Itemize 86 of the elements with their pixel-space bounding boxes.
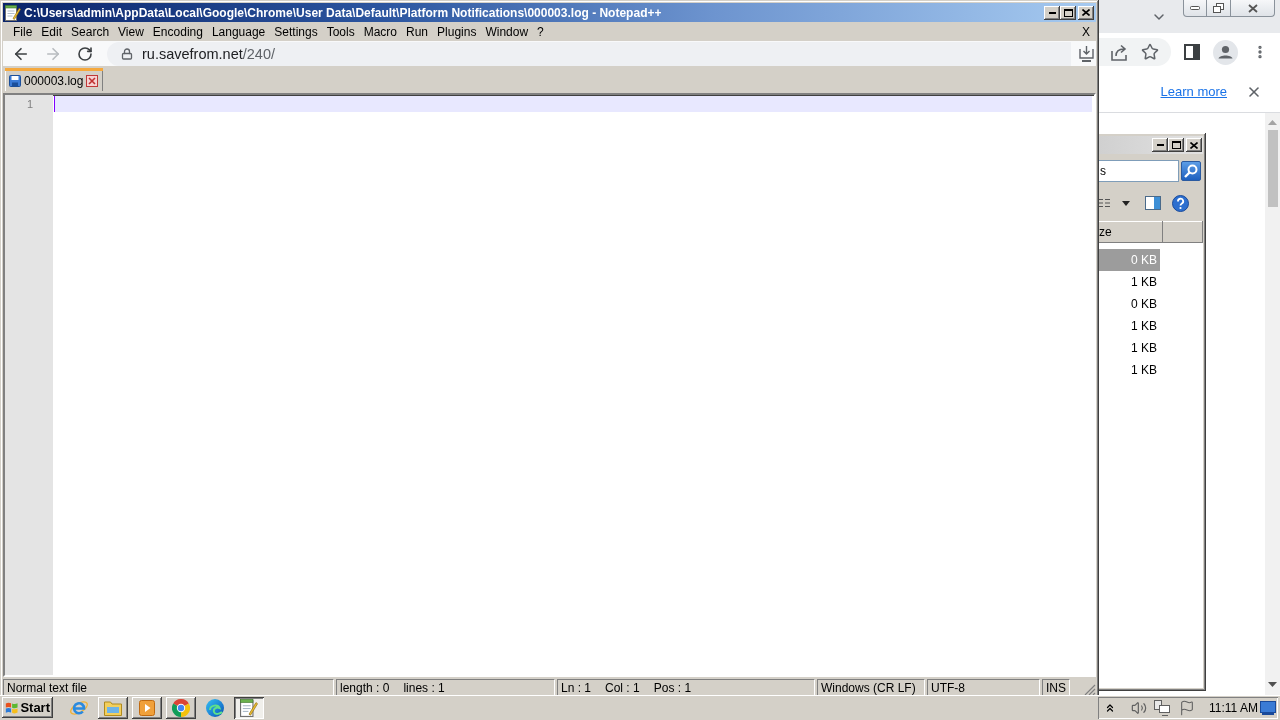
column-header[interactable]: ze xyxy=(1099,221,1163,243)
preview-pane-icon[interactable] xyxy=(1145,196,1161,210)
menu-item[interactable]: Window xyxy=(481,23,533,40)
close-icon xyxy=(1190,141,1198,149)
restore-button[interactable] xyxy=(1207,0,1231,17)
column-header[interactable] xyxy=(1163,221,1203,243)
line-label: Ln : 1 xyxy=(561,681,592,695)
search-button[interactable] xyxy=(1181,161,1201,181)
close-icon[interactable] xyxy=(86,75,99,87)
taskbar-app-button[interactable] xyxy=(234,696,264,719)
scrollbar[interactable] xyxy=(1265,113,1280,695)
menu-item[interactable]: Settings xyxy=(270,23,322,40)
lock-icon xyxy=(121,47,133,60)
side-panel-icon[interactable] xyxy=(1184,44,1200,60)
scroll-down-icon[interactable] xyxy=(1268,682,1277,687)
search-field[interactable]: s xyxy=(1099,160,1179,182)
close-document-button[interactable]: X xyxy=(1076,24,1096,39)
bookmark-star-icon[interactable] xyxy=(1141,43,1159,61)
clock: 11:11 AM xyxy=(1209,700,1258,715)
close-button[interactable] xyxy=(1186,138,1202,152)
search-icon xyxy=(1184,164,1198,178)
file-size-cell[interactable]: 1 KB xyxy=(1099,337,1160,359)
url-text: ru.savefrom.net/240/ xyxy=(142,45,275,62)
desktop-icon[interactable] xyxy=(1260,700,1276,715)
file-size-cell[interactable]: 1 KB xyxy=(1099,271,1160,293)
line-number: 1 xyxy=(25,97,34,112)
text-caret-icon xyxy=(54,96,55,112)
reload-icon[interactable] xyxy=(77,45,93,62)
speaker-icon[interactable] xyxy=(1131,699,1147,716)
menu-item[interactable]: Run xyxy=(402,23,433,40)
minimize-button[interactable] xyxy=(1183,0,1207,17)
maximize-icon xyxy=(1063,8,1073,17)
resize-grip-icon xyxy=(1084,684,1096,695)
minimize-button[interactable] xyxy=(1044,5,1060,20)
profile-icon[interactable] xyxy=(1213,39,1238,65)
menu-item[interactable]: Language xyxy=(207,23,270,40)
menu-item[interactable]: Plugins xyxy=(433,23,481,40)
window-title: C:\Users\admin\AppData\Local\Google\Chrome\User Data\Default\Platform Notifications\000003.log - Notepad++ xyxy=(24,5,663,20)
flag-icon[interactable] xyxy=(1179,699,1195,716)
menu-item[interactable]: View xyxy=(114,23,148,40)
caret-down-icon[interactable] xyxy=(1122,200,1130,206)
lines-label: lines : 1 xyxy=(403,681,445,695)
chrome-icon xyxy=(172,698,190,717)
menu-item[interactable]: Search xyxy=(67,23,114,40)
play-icon xyxy=(139,699,155,716)
help-icon[interactable] xyxy=(1172,194,1189,212)
file-size-cell[interactable]: 0 KB xyxy=(1099,293,1160,315)
share-icon[interactable] xyxy=(1111,43,1129,61)
menu-item[interactable]: ? xyxy=(533,23,548,40)
column-label: Col : 1 xyxy=(605,681,640,695)
taskbar-app-button[interactable] xyxy=(132,696,162,719)
maximize-icon xyxy=(1171,141,1181,149)
maximize-button[interactable] xyxy=(1168,138,1184,152)
start-button[interactable]: Start xyxy=(2,697,53,718)
minimize-icon xyxy=(1190,6,1200,10)
menu-item[interactable]: Edit xyxy=(37,23,67,40)
scrollbar-thumb[interactable] xyxy=(1267,130,1278,207)
download-icon[interactable] xyxy=(1079,45,1094,62)
list-view-icon[interactable] xyxy=(1099,198,1110,208)
file-size-cell[interactable]: 1 KB xyxy=(1099,359,1160,381)
folder-icon xyxy=(104,699,122,716)
menu-item[interactable]: File xyxy=(9,23,37,40)
taskbar-app-button[interactable] xyxy=(98,696,128,719)
file-tab[interactable]: 000003.log xyxy=(5,68,104,91)
menu-item[interactable]: Macro xyxy=(359,23,401,40)
close-icon xyxy=(1247,3,1258,13)
network-icon[interactable] xyxy=(1154,699,1170,716)
close-button[interactable] xyxy=(1078,5,1094,20)
minimize-icon xyxy=(1048,11,1056,14)
maximize-button[interactable] xyxy=(1060,5,1076,20)
file-size-cell[interactable]: 1 KB xyxy=(1099,315,1160,337)
minimize-button[interactable] xyxy=(1152,138,1168,152)
learn-more-link[interactable]: Learn more xyxy=(1160,84,1227,99)
menu-item[interactable]: Tools xyxy=(322,23,359,40)
close-button[interactable] xyxy=(1231,0,1275,17)
position-label: Pos : 1 xyxy=(653,681,692,695)
restore-icon xyxy=(1213,3,1224,13)
minimize-icon xyxy=(1156,144,1164,146)
address-field[interactable]: ru.savefrom.net/240/ xyxy=(107,41,1071,66)
close-icon xyxy=(1082,9,1090,16)
length-label: length : 0 xyxy=(340,681,390,695)
notepad-icon xyxy=(240,698,258,717)
notepad-icon xyxy=(5,4,21,21)
menu-item[interactable]: Encoding xyxy=(148,23,207,40)
edge-icon xyxy=(206,698,224,717)
taskbar-app-button[interactable] xyxy=(166,696,196,719)
